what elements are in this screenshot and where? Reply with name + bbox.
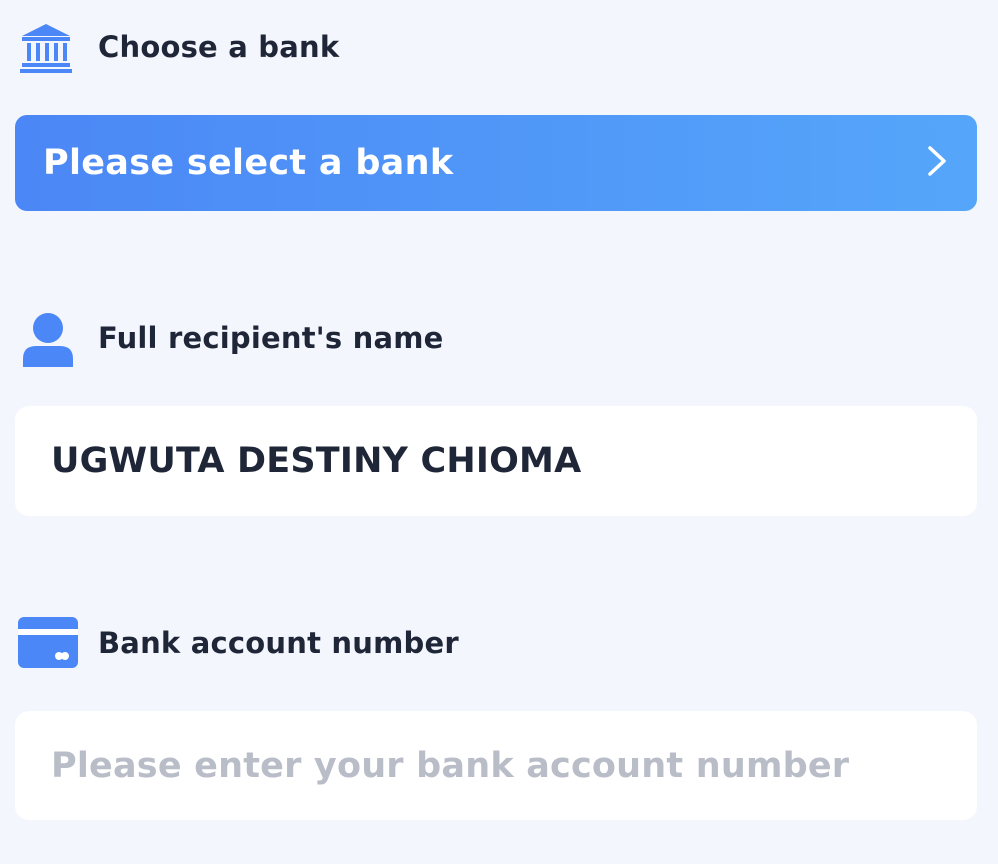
- bank-select-dropdown[interactable]: Please select a bank: [15, 115, 977, 211]
- recipient-name-field-box: [15, 406, 977, 516]
- bank-section-header: Choose a bank: [18, 17, 339, 77]
- recipient-name-input[interactable]: [51, 441, 941, 481]
- person-icon: [18, 308, 78, 368]
- bank-select-placeholder: Please select a bank: [43, 143, 454, 183]
- card-icon: [18, 613, 78, 673]
- chevron-right-icon: [925, 144, 949, 182]
- bank-icon: [18, 17, 78, 77]
- account-number-input[interactable]: [51, 745, 941, 786]
- account-section-label: Bank account number: [98, 626, 459, 660]
- account-number-field-box: [15, 711, 977, 820]
- bank-section-label: Choose a bank: [98, 30, 340, 64]
- recipient-section-header: Full recipient's name: [18, 308, 444, 368]
- recipient-section-label: Full recipient's name: [98, 321, 444, 355]
- account-section-header: Bank account number: [18, 613, 459, 673]
